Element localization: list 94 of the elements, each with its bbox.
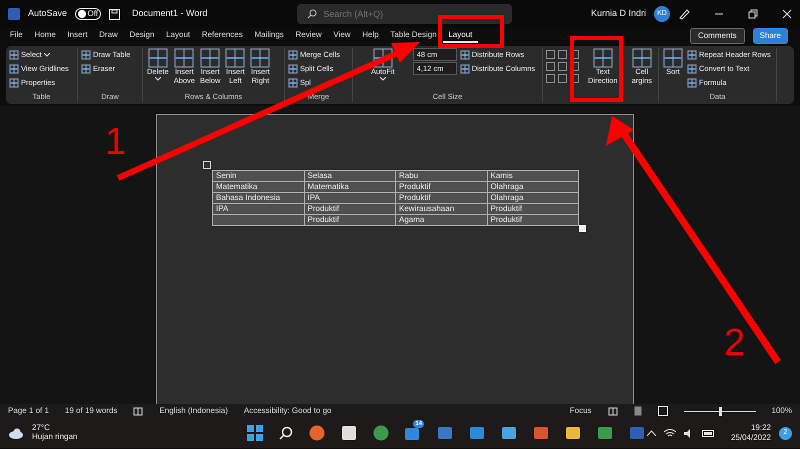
table-icon	[9, 50, 19, 60]
ribbon-tab[interactable]: Layout	[442, 28, 478, 43]
table-cell: Bahasa Indonesia	[212, 192, 304, 204]
table-cell: Agama	[396, 214, 487, 226]
ribbon-tab[interactable]: View	[328, 28, 356, 43]
battery-icon[interactable]	[702, 430, 715, 436]
ribbon-tab[interactable]: Draw	[93, 28, 124, 43]
zoom-level: 100%	[772, 405, 792, 417]
table-icon	[250, 48, 270, 68]
book-icon[interactable]	[133, 406, 144, 416]
ribbon-tab[interactable]: Help	[356, 28, 385, 43]
table-icon	[372, 48, 393, 68]
table-cell: IPA	[212, 204, 304, 214]
table-icon	[174, 48, 194, 68]
table-icon	[148, 48, 168, 68]
table-cell: Produktif	[304, 204, 396, 214]
close-icon[interactable]	[782, 9, 792, 19]
table-cell: Produktif	[304, 214, 396, 226]
language-status[interactable]: English (Indonesia)	[159, 405, 228, 417]
share-button[interactable]: Share	[752, 28, 788, 44]
ribbon-tab[interactable]: Review	[290, 28, 328, 43]
table-icon	[687, 78, 697, 88]
windows-start-icon[interactable]	[247, 425, 264, 441]
table-cell: Kewirausahaan	[396, 204, 487, 214]
table-cell: Produktif	[487, 214, 578, 226]
cloud-icon	[8, 428, 24, 438]
zoom-slider[interactable]	[684, 406, 756, 416]
user-name: Kurnia D Indri	[590, 7, 646, 20]
ribbon-tab[interactable]: Mailings	[248, 28, 290, 43]
print-layout-icon[interactable]	[634, 406, 642, 416]
save-icon[interactable]	[109, 8, 120, 20]
highlight-frame	[438, 15, 504, 48]
comments-button[interactable]: Comments	[690, 28, 745, 44]
clock-date[interactable]: 25/04/2022	[730, 433, 771, 443]
word-count: 19 of 19 words	[64, 405, 118, 417]
table-cell: Senin	[212, 170, 304, 182]
resize-handle-icon[interactable]	[579, 225, 586, 232]
table-icon	[9, 78, 19, 88]
table-icon	[81, 50, 91, 60]
move-handle-icon[interactable]	[203, 161, 211, 169]
focus-button[interactable]: Focus	[570, 405, 592, 417]
temperature: 27°C	[32, 424, 51, 433]
table-icon	[460, 64, 470, 74]
zoom-thumb[interactable]	[718, 406, 722, 416]
ribbon-tab[interactable]: Home	[28, 28, 62, 43]
ribbon-tab[interactable]: Design	[124, 28, 160, 43]
ribbon-tab[interactable]: Insert	[62, 28, 94, 43]
step-number: 1	[105, 121, 126, 163]
search-icon[interactable]	[279, 426, 294, 440]
table-icon	[288, 78, 298, 88]
wifi-icon[interactable]	[664, 428, 676, 438]
ribbon-tab[interactable]: File	[4, 28, 29, 43]
table-icon	[687, 64, 697, 74]
pen-icon[interactable]	[678, 8, 690, 20]
read-mode-icon[interactable]	[608, 406, 618, 416]
highlight-frame	[570, 36, 623, 102]
table-cell: Kamis	[487, 170, 578, 182]
table-cell: Matematika	[304, 182, 396, 192]
document-title: Document1 - Word	[132, 7, 208, 20]
web-layout-icon[interactable]	[658, 406, 668, 416]
autosave-toggle[interactable]: Off	[75, 8, 102, 20]
search-field[interactable]: Search (Alt+Q)	[297, 4, 512, 24]
ribbon-tab[interactable]: References	[196, 28, 249, 43]
autosave-label: AutoSave	[28, 7, 68, 20]
table-icon	[200, 48, 220, 68]
table-icon	[288, 50, 298, 60]
table-cell: Olahraga	[487, 182, 578, 192]
step-number: 2	[724, 322, 746, 364]
table-cell: Selasa	[304, 170, 396, 182]
accessibility-status[interactable]: Accessibility: Good to go	[244, 405, 332, 417]
clock-time[interactable]: 19:22	[730, 423, 771, 433]
page-count: Page 1 of 1	[8, 405, 49, 417]
search-icon	[307, 9, 318, 19]
chevron-up-icon[interactable]	[646, 430, 656, 436]
table-cell: Matematika	[212, 182, 304, 192]
table-cell: Produktif	[396, 182, 487, 192]
table-cell: Produktif	[396, 192, 487, 204]
table-cell: Rabu	[396, 170, 487, 182]
table-icon	[9, 64, 19, 74]
table-icon	[225, 48, 246, 68]
restore-icon[interactable]	[748, 9, 758, 19]
table-icon	[81, 64, 91, 74]
table-icon	[663, 48, 683, 68]
table-icon	[460, 50, 470, 60]
table-icon	[288, 64, 298, 74]
table-icon	[687, 50, 697, 60]
table-cell: IPA	[304, 192, 396, 204]
table-cell: Produktif	[487, 204, 578, 214]
weather-status: Hujan ringan	[32, 433, 78, 442]
ribbon-tab[interactable]: Layout	[160, 28, 196, 43]
table-icon	[632, 48, 652, 68]
ribbon-tab[interactable]: Table Design	[384, 28, 443, 43]
table-icon	[592, 48, 613, 68]
table-cell: Olahraga	[487, 192, 578, 204]
